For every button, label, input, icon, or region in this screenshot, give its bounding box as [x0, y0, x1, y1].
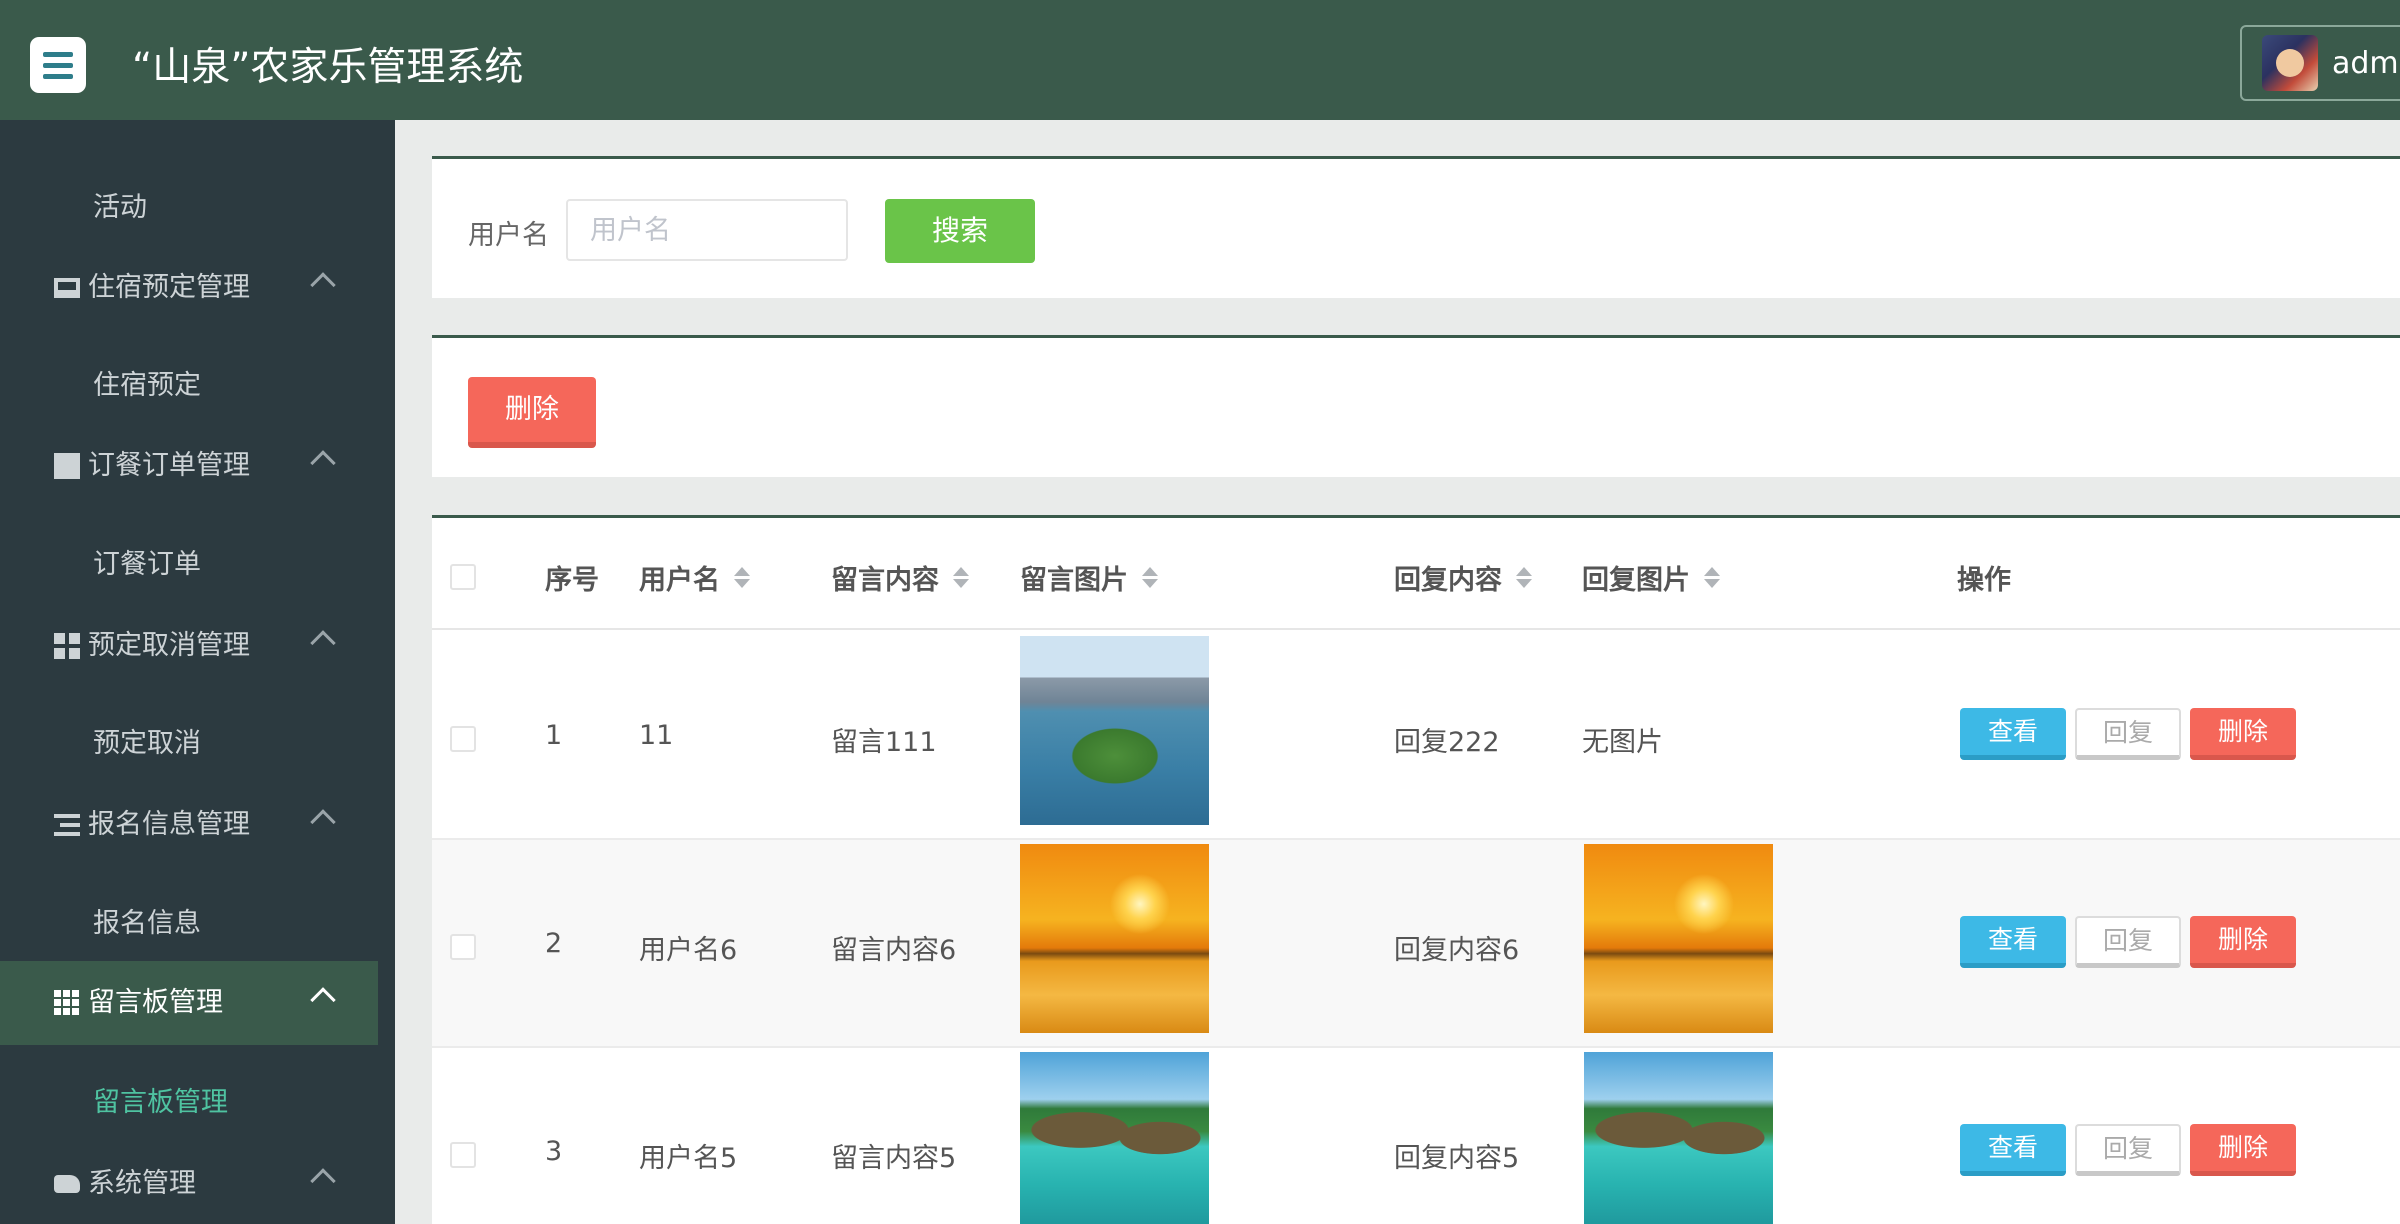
user-name: admin	[2332, 45, 2400, 81]
chevron-up-icon	[310, 272, 336, 298]
sidebar-item-lodging[interactable]: 住宿预定	[0, 356, 378, 416]
top-header: “山泉”农家乐管理系统 admin	[0, 0, 2400, 120]
cell-index: 2	[545, 928, 563, 959]
sort-icon[interactable]	[953, 567, 969, 588]
sidebar-item-label: 预定取消	[93, 728, 201, 759]
message-image-city-lake[interactable]	[1020, 636, 1209, 825]
user-menu[interactable]: admin	[2240, 25, 2400, 101]
sidebar-group-cancellations[interactable]: 预定取消管理	[0, 604, 378, 688]
cell-reply: 回复内容5	[1394, 1143, 1520, 1174]
cell-content: 留言内容6	[831, 935, 957, 966]
search-input[interactable]	[566, 199, 848, 261]
sidebar: 活动 住宿预定管理 住宿预定 订餐订单管理 订餐订单 预定取消管理 预定取消 报…	[0, 120, 395, 1224]
th-reply[interactable]: 回复内容	[1394, 558, 1532, 597]
batch-delete-button[interactable]: 删除	[468, 377, 596, 448]
table-header: 序号 用户名 留言内容 留言图片 回复内容 回复图片 操作	[432, 518, 2400, 630]
view-button[interactable]: 查看	[1960, 708, 2066, 760]
message-image-beach[interactable]	[1020, 1052, 1209, 1224]
sidebar-item-cancellations[interactable]: 预定取消	[0, 714, 378, 774]
sidebar-item-label: 住宿预定	[93, 370, 201, 401]
avatar	[2262, 35, 2318, 91]
sidebar-item-label: 活动	[93, 192, 147, 223]
row-checkbox[interactable]	[450, 1142, 476, 1168]
delete-button[interactable]: 删除	[2190, 1124, 2296, 1176]
sidebar-item-label: 订餐订单管理	[88, 450, 250, 481]
th-ops: 操作	[1957, 565, 2011, 596]
cell-index: 3	[545, 1136, 563, 1167]
reply-button[interactable]: 回复	[2075, 916, 2181, 968]
sort-icon[interactable]	[1516, 567, 1532, 588]
sidebar-item-label: 留言板管理	[93, 1087, 228, 1118]
cell-content: 留言内容5	[831, 1143, 957, 1174]
chevron-up-icon	[310, 630, 336, 656]
th-content[interactable]: 留言内容	[831, 558, 969, 597]
th-reply-image[interactable]: 回复图片	[1582, 558, 1720, 597]
cell-reply: 回复222	[1394, 727, 1500, 758]
th-image[interactable]: 留言图片	[1020, 558, 1158, 597]
cell-reply-image-none: 无图片	[1582, 727, 1663, 758]
sort-icon[interactable]	[734, 567, 750, 588]
sidebar-item-label: 订餐订单	[93, 549, 201, 580]
th-username[interactable]: 用户名	[639, 558, 750, 597]
sidebar-item-registration[interactable]: 报名信息	[0, 894, 378, 954]
cell-content: 留言111	[831, 727, 937, 758]
sidebar-group-meal-orders[interactable]: 订餐订单管理	[0, 424, 378, 508]
sidebar-item-meal-orders[interactable]: 订餐订单	[0, 535, 378, 595]
sidebar-item-label: 预定取消管理	[88, 630, 250, 661]
table-row: 1 11 留言111 回复222 无图片 查看 回复 删除	[432, 632, 2400, 840]
chevron-up-icon	[310, 809, 336, 835]
view-button[interactable]: 查看	[1960, 1124, 2066, 1176]
cell-reply: 回复内容6	[1394, 935, 1520, 966]
sidebar-group-system[interactable]: 系统管理	[0, 1142, 378, 1224]
list-icon	[54, 812, 80, 838]
reply-button[interactable]: 回复	[2075, 708, 2181, 760]
reply-image-sunset[interactable]	[1584, 844, 1773, 1033]
message-image-sunset[interactable]	[1020, 844, 1209, 1033]
view-button[interactable]: 查看	[1960, 916, 2066, 968]
chevron-up-icon	[310, 1168, 336, 1194]
sidebar-group-lodging[interactable]: 住宿预定管理	[0, 246, 378, 330]
cell-username: 用户名6	[639, 935, 738, 966]
delete-button[interactable]: 删除	[2190, 916, 2296, 968]
table-row: 3 用户名5 留言内容5 回复内容5 查看 回复 删除	[432, 1048, 2400, 1224]
sidebar-item-label: 报名信息管理	[88, 809, 250, 840]
action-panel: 删除	[432, 335, 2400, 477]
row-checkbox[interactable]	[450, 726, 476, 752]
sidebar-item-label: 系统管理	[88, 1168, 196, 1199]
search-label: 用户名	[468, 220, 549, 251]
sidebar-item-label: 留言板管理	[88, 987, 223, 1018]
sidebar-group-registration[interactable]: 报名信息管理	[0, 783, 378, 867]
book-icon	[54, 453, 80, 479]
sidebar-item-label: 住宿预定管理	[88, 272, 250, 303]
message-table: 序号 用户名 留言内容 留言图片 回复内容 回复图片 操作 1 11 留言111…	[432, 515, 2400, 1224]
cell-username: 用户名5	[639, 1143, 738, 1174]
reply-image-beach[interactable]	[1584, 1052, 1773, 1224]
sidebar-item-label: 报名信息	[93, 908, 201, 939]
sidebar-item-activity[interactable]: 活动	[0, 178, 378, 238]
sidebar-item-message-board[interactable]: 留言板管理	[0, 1073, 378, 1133]
monitor-icon	[54, 278, 80, 298]
cell-username: 11	[639, 720, 674, 751]
sidebar-group-message-board[interactable]: 留言板管理	[0, 961, 378, 1045]
chevron-up-icon	[310, 450, 336, 476]
select-all-checkbox[interactable]	[450, 564, 476, 590]
chevron-up-icon	[310, 987, 336, 1013]
app-title: “山泉”农家乐管理系统	[132, 45, 524, 90]
sort-icon[interactable]	[1142, 567, 1158, 588]
menu-toggle-icon[interactable]	[30, 37, 86, 93]
search-panel: 用户名 搜索	[432, 156, 2400, 298]
car-icon	[54, 1175, 80, 1193]
table-row: 2 用户名6 留言内容6 回复内容6 查看 回复 删除	[432, 840, 2400, 1048]
th-index: 序号	[545, 565, 599, 596]
row-checkbox[interactable]	[450, 934, 476, 960]
delete-button[interactable]: 删除	[2190, 708, 2296, 760]
reply-button[interactable]: 回复	[2075, 1124, 2181, 1176]
cell-index: 1	[545, 720, 563, 751]
sort-icon[interactable]	[1704, 567, 1720, 588]
grid-icon	[54, 633, 80, 659]
search-button[interactable]: 搜索	[885, 199, 1035, 263]
th-icon	[54, 990, 80, 1016]
